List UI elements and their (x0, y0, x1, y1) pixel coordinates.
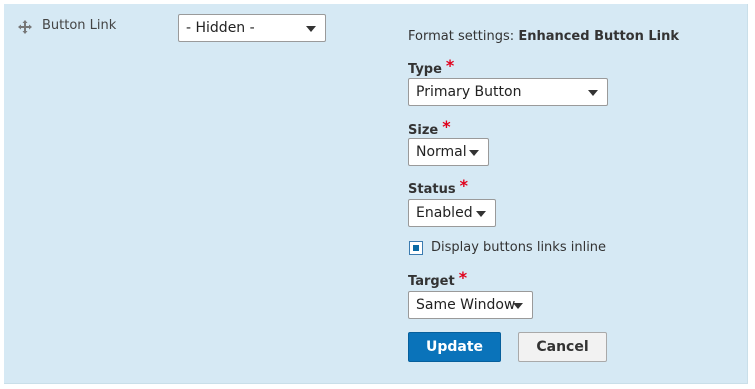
status-select-value: Enabled (416, 205, 473, 221)
target-select-value: Same Window (416, 297, 516, 313)
required-marker: * (459, 176, 468, 195)
required-marker: * (445, 56, 455, 75)
visibility-select-value: - Hidden - (186, 20, 255, 36)
target-label-text: Target (408, 274, 455, 289)
chevron-down-icon (469, 150, 479, 156)
size-label-text: Size (408, 123, 439, 138)
status-label: Status * (408, 176, 468, 197)
status-select[interactable]: Enabled (408, 199, 496, 227)
display-inline-checkbox[interactable] (409, 241, 423, 255)
cancel-button[interactable]: Cancel (518, 332, 607, 362)
chevron-down-icon (476, 211, 486, 217)
size-label: Size * (408, 117, 451, 138)
required-marker: * (458, 268, 468, 287)
chevron-down-icon (513, 303, 523, 309)
drag-handle-icon[interactable] (17, 19, 33, 35)
format-settings-prefix: Format settings: (408, 29, 515, 44)
target-select[interactable]: Same Window (408, 291, 533, 319)
chevron-down-icon (306, 26, 316, 32)
type-select-value: Primary Button (416, 84, 522, 100)
size-select-value: Normal (416, 144, 467, 160)
type-label-text: Type (408, 62, 442, 77)
update-button[interactable]: Update (408, 332, 501, 362)
format-settings-heading: Format settings: Enhanced Button Link (408, 29, 679, 44)
field-label: Button Link (42, 18, 117, 33)
target-label: Target * (408, 268, 468, 289)
display-inline-label: Display buttons links inline (431, 240, 607, 255)
field-row: Button Link - Hidden - Format settings: … (4, 4, 748, 384)
visibility-select[interactable]: - Hidden - (178, 14, 326, 42)
type-select[interactable]: Primary Button (408, 78, 608, 106)
checkbox-checked-indicator (413, 245, 419, 251)
chevron-down-icon (588, 90, 598, 96)
type-label: Type * (408, 56, 455, 77)
size-select[interactable]: Normal (408, 138, 489, 166)
required-marker: * (442, 117, 451, 136)
formatter-name: Enhanced Button Link (518, 29, 680, 44)
status-label-text: Status (408, 182, 456, 197)
